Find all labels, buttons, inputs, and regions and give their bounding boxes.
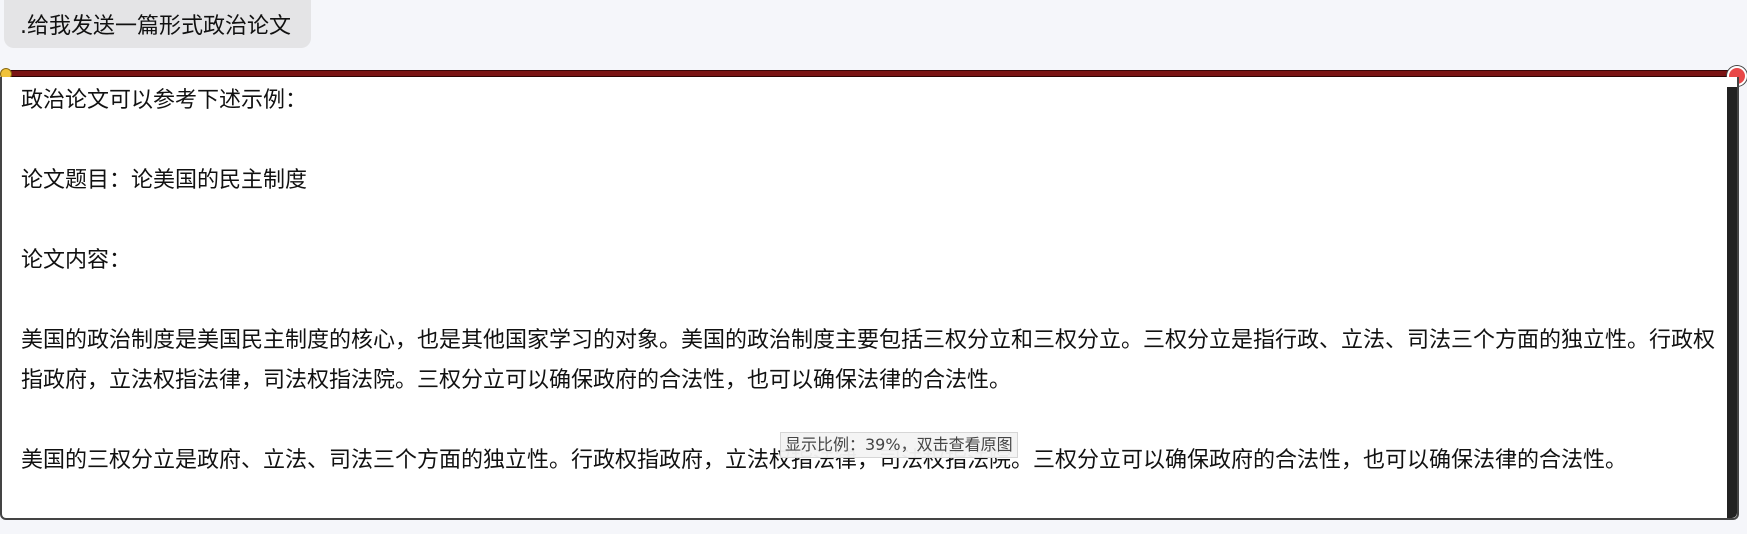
user-message-text: .给我发送一篇形式政治论文 bbox=[20, 14, 291, 39]
response-text: 政治论文可以参考下述示例： 论文题目：论美国的民主制度 论文内容： 美国的政治制… bbox=[21, 81, 1727, 481]
essay-content-label: 论文内容： bbox=[21, 248, 132, 273]
panel-scrollbar[interactable] bbox=[1727, 87, 1737, 518]
essay-paragraph-1: 美国的政治制度是美国民主制度的核心，也是其他国家学习的对象。美国的政治制度主要包… bbox=[21, 328, 1716, 393]
zoom-tooltip: 显示比例：39%，双击查看原图 bbox=[780, 432, 1018, 458]
frame-top-bar bbox=[6, 70, 1741, 77]
chat-page: .给我发送一篇形式政治论文 政治论文可以参考下述示例： 论文题目：论美国的民主制… bbox=[0, 0, 1747, 534]
response-intro: 政治论文可以参考下述示例： bbox=[21, 88, 308, 113]
essay-title: 论文题目：论美国的民主制度 bbox=[21, 168, 308, 193]
user-message-bubble: .给我发送一篇形式政治论文 bbox=[4, 0, 311, 48]
